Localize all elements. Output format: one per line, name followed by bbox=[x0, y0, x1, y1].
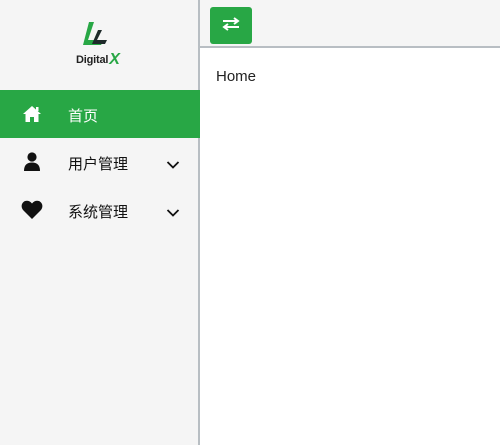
user-icon bbox=[21, 152, 43, 172]
logo-mark-icon bbox=[83, 22, 107, 45]
sidebar-item-label: 用户管理 bbox=[68, 156, 129, 173]
chevron-down-icon[interactable] bbox=[166, 157, 180, 174]
swap-arrows-icon bbox=[222, 17, 240, 34]
logo[interactable]: DigitalX bbox=[70, 20, 130, 68]
logo-x: X bbox=[109, 51, 120, 68]
main-content: Home bbox=[216, 68, 256, 85]
sidebar-item-user-management[interactable]: 用户管理 bbox=[0, 138, 200, 186]
sidebar-item-system-management[interactable]: 系统管理 bbox=[0, 186, 200, 234]
logo-name: Digital bbox=[76, 54, 109, 66]
page-content-text: Home bbox=[216, 68, 257, 85]
sidebar-item-home[interactable]: 首页 bbox=[0, 90, 200, 138]
chevron-down-icon[interactable] bbox=[166, 205, 180, 222]
sidebar-toggle-button[interactable] bbox=[210, 7, 252, 44]
sidebar-menu: 首页 用户管理 系统管理 bbox=[0, 90, 200, 234]
sidebar-item-label: 首页 bbox=[68, 108, 99, 125]
sidebar: DigitalX 首页 用户管理 系统管理 bbox=[0, 0, 200, 445]
heart-icon bbox=[21, 200, 43, 220]
sidebar-item-label: 系统管理 bbox=[68, 204, 129, 221]
home-icon bbox=[21, 104, 43, 124]
top-bar bbox=[200, 0, 500, 48]
